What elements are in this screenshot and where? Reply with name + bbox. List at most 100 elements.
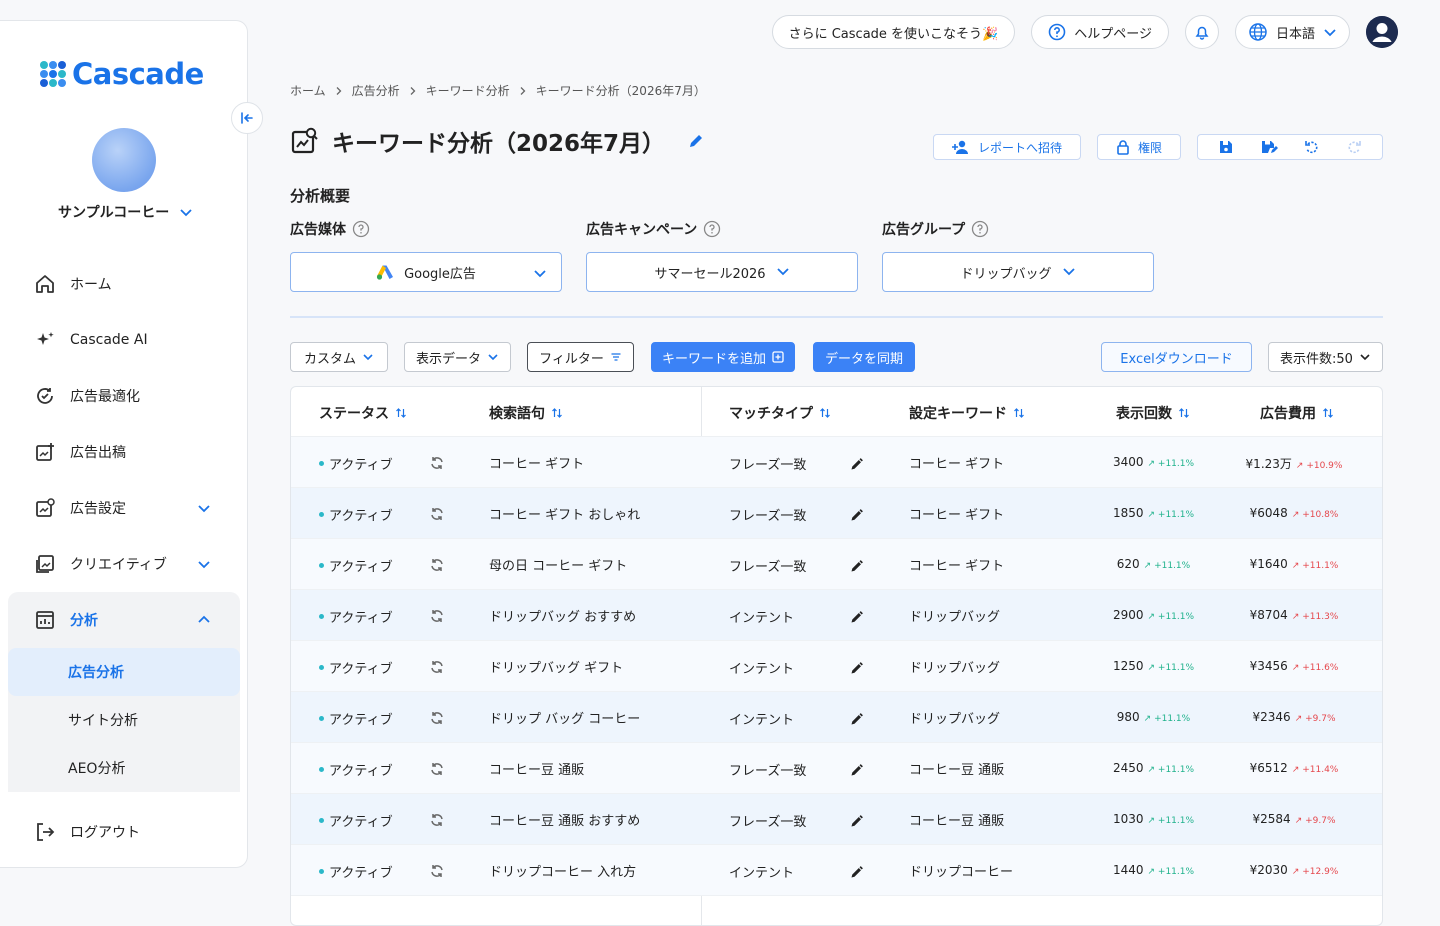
permission-button[interactable]: 権限: [1096, 134, 1181, 160]
optimize-icon: [37, 388, 53, 404]
campaign-select[interactable]: サマーセール2026: [586, 252, 858, 292]
column-header-match-type[interactable]: マッチタイプ: [729, 403, 831, 423]
nav-item-cascade-ai[interactable]: Cascade AI: [8, 312, 240, 368]
notifications-button[interactable]: [1184, 15, 1219, 49]
help-circle-icon[interactable]: [352, 220, 370, 238]
nav-item-creative[interactable]: クリエイティブ: [8, 536, 240, 592]
nav-item-ad-optimization[interactable]: 広告最適化: [8, 368, 240, 424]
edit-pencil-icon[interactable]: [850, 814, 864, 828]
keyword-cell: コーヒー ギフト: [909, 559, 1005, 574]
cost-delta-value: +11.6%: [1302, 663, 1339, 673]
invite-to-report-button[interactable]: レポートへ招待: [932, 134, 1081, 160]
nav-item-ad-settings[interactable]: 広告設定: [8, 480, 240, 536]
edit-pencil-icon[interactable]: [850, 865, 864, 879]
collapse-sidebar-button[interactable]: [231, 102, 263, 134]
edit-pencil-icon[interactable]: [850, 508, 864, 522]
nav-subitem-ad-analysis[interactable]: 広告分析: [8, 648, 240, 696]
nav-item-analysis[interactable]: 分析: [8, 592, 240, 648]
custom-dropdown[interactable]: カスタム: [290, 342, 388, 372]
cascade-logo[interactable]: Cascade: [38, 57, 204, 91]
table-row[interactable]: アクティブ ドリップバッグ ギフト インテント ドリップバッグ 1250 ↗ +…: [291, 641, 1382, 692]
table-row[interactable]: アクティブ ドリップ バッグ コーヒー インテント ドリップバッグ 980 ↗ …: [291, 692, 1382, 743]
breadcrumb-home[interactable]: ホーム: [290, 82, 326, 99]
add-keyword-button[interactable]: キーワードを追加: [651, 342, 795, 372]
impressions-delta: ↗ +11.1%: [1143, 561, 1191, 571]
nav-item-ad-publish[interactable]: 広告出稿: [8, 424, 240, 480]
column-header-status[interactable]: ステータス: [319, 403, 407, 423]
status-cell: アクティブ: [319, 454, 393, 473]
keyword-table: ステータス 検索語句 マッチタイプ 設定キーワード 表示回数 広告費用 アクティ…: [290, 386, 1383, 926]
display-data-dropdown[interactable]: 表示データ: [404, 342, 511, 372]
cost-delta-value: +10.9%: [1306, 461, 1343, 471]
logout-button[interactable]: ログアウト: [8, 804, 140, 860]
breadcrumb-keyword-analysis[interactable]: キーワード分析: [426, 82, 510, 99]
impressions-value: 1030: [1112, 812, 1144, 826]
filter-label: フィルター: [539, 351, 604, 367]
redo-icon[interactable]: [1346, 139, 1362, 155]
column-header-keyword[interactable]: 設定キーワード: [909, 403, 1025, 423]
refresh-icon[interactable]: [429, 455, 445, 471]
undo-icon[interactable]: [1304, 139, 1320, 155]
column-header-search-term[interactable]: 検索語句: [489, 403, 563, 423]
table-row[interactable]: アクティブ 母の日 コーヒー ギフト フレーズ一致 コーヒー ギフト 620 ↗…: [291, 539, 1382, 590]
cost-delta-value: +11.3%: [1302, 612, 1339, 622]
table-row[interactable]: アクティブ コーヒー豆 通販 フレーズ一致 コーヒー豆 通販 2450 ↗ +1…: [291, 743, 1382, 794]
help-circle-icon[interactable]: [971, 220, 989, 238]
refresh-icon[interactable]: [429, 761, 445, 777]
refresh-icon[interactable]: [429, 608, 445, 624]
refresh-icon[interactable]: [429, 659, 445, 675]
edit-pencil-icon[interactable]: [850, 712, 864, 726]
account-avatar[interactable]: [92, 128, 156, 192]
nav-subitem-site-analysis[interactable]: サイト分析: [8, 696, 240, 744]
promo-button[interactable]: さらに Cascade を使いこなそう🎉: [771, 15, 1016, 49]
cost-value: ¥2030: [1249, 863, 1288, 877]
status-text: アクティブ: [329, 764, 393, 779]
help-circle-icon[interactable]: [703, 220, 721, 238]
refresh-icon[interactable]: [429, 506, 445, 522]
account-switcher[interactable]: サンプルコーヒー: [58, 202, 193, 222]
edit-pencil-icon[interactable]: [850, 610, 864, 624]
filter-button[interactable]: フィルター: [527, 342, 634, 372]
edit-pencil-icon[interactable]: [850, 661, 864, 675]
edit-pencil-icon[interactable]: [850, 457, 864, 471]
sync-data-button[interactable]: データを同期: [813, 342, 915, 372]
table-row[interactable]: アクティブ コーヒー ギフト フレーズ一致 コーヒー ギフト 3400 ↗ +1…: [291, 437, 1382, 488]
table-row[interactable]: アクティブ ドリップバッグ おすすめ インテント ドリップバッグ 2900 ↗ …: [291, 590, 1382, 641]
language-selector[interactable]: 日本語: [1234, 15, 1350, 49]
refresh-icon[interactable]: [429, 710, 445, 726]
column-header-cost[interactable]: 広告費用: [1260, 403, 1334, 423]
excel-download-button[interactable]: Excelダウンロード: [1101, 342, 1252, 372]
adgroup-select[interactable]: ドリップバッグ: [882, 252, 1154, 292]
status-text: アクティブ: [329, 458, 393, 473]
edit-pencil-icon[interactable]: [850, 763, 864, 777]
refresh-icon[interactable]: [429, 812, 445, 828]
impressions-delta: ↗ +11.1%: [1143, 714, 1191, 724]
status-cell: アクティブ: [319, 760, 393, 779]
help-label: ヘルプページ: [1074, 26, 1152, 42]
user-menu-button[interactable]: [1366, 16, 1398, 48]
column-header-impressions[interactable]: 表示回数: [1116, 403, 1190, 423]
nav-subitem-aeo-analysis[interactable]: AEO分析: [8, 744, 240, 792]
save-as-icon[interactable]: [1260, 139, 1278, 155]
table-row[interactable]: アクティブ コーヒー豆 通販 おすすめ フレーズ一致 コーヒー豆 通販 1030…: [291, 794, 1382, 845]
help-page-button[interactable]: ヘルプページ: [1031, 15, 1169, 49]
cost-value: ¥1.23万: [1245, 457, 1292, 471]
cost-cell: ¥8704 ↗ +11.3%: [1229, 608, 1359, 622]
save-icon[interactable]: [1218, 139, 1234, 155]
refresh-icon[interactable]: [429, 863, 445, 879]
edit-pencil-icon[interactable]: [850, 559, 864, 573]
refresh-icon[interactable]: [429, 557, 445, 573]
impressions-delta: ↗ +11.1%: [1147, 663, 1195, 673]
media-select[interactable]: Google広告: [290, 252, 562, 292]
cost-value: ¥2584: [1252, 812, 1291, 826]
column-header-label: マッチタイプ: [729, 406, 813, 422]
table-row[interactable]: アクティブ コーヒー ギフト おしゃれ フレーズ一致 コーヒー ギフト 1850…: [291, 488, 1382, 539]
breadcrumb-ad-analysis[interactable]: 広告分析: [352, 82, 400, 99]
nav-item-home[interactable]: ホーム: [8, 256, 240, 312]
cost-delta: ↗ +10.9%: [1295, 461, 1343, 471]
table-row[interactable]: アクティブ ドリップコーヒー 入れ方 インテント ドリップコーヒー 1440 ↗…: [291, 845, 1382, 896]
lock-icon: [1117, 140, 1129, 155]
edit-title-icon[interactable]: [687, 132, 705, 150]
page-size-dropdown[interactable]: 表示件数:50: [1268, 342, 1383, 372]
nav-label: 分析: [70, 613, 98, 629]
